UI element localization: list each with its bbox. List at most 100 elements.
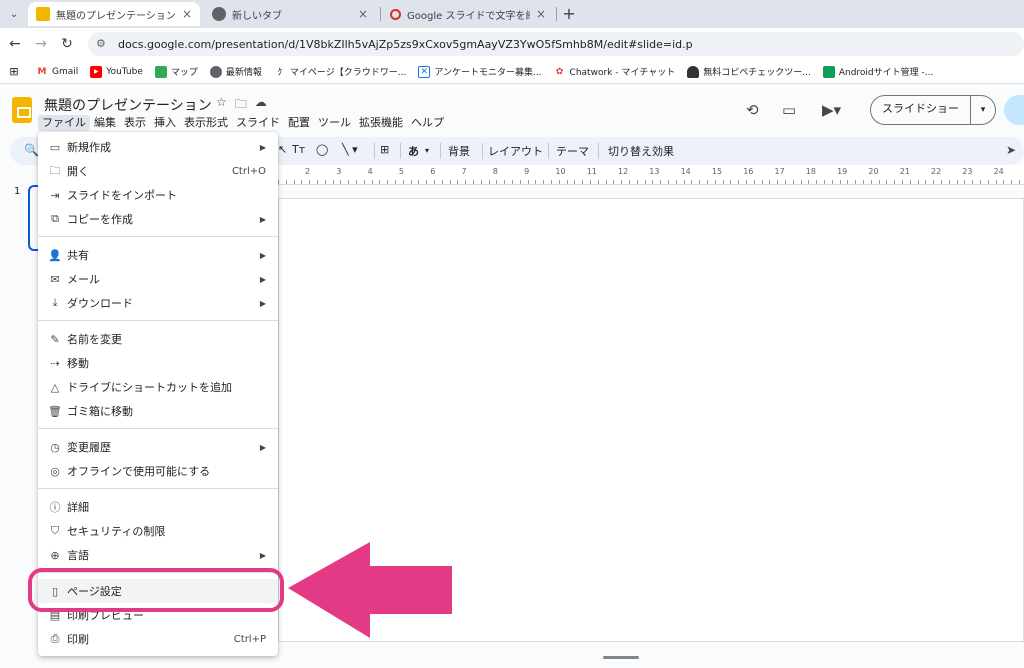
file-menu-item[interactable]: ⓘ 詳細 bbox=[38, 495, 278, 519]
tab-search-chevron-icon[interactable]: ⌄ bbox=[4, 4, 24, 24]
close-tab-icon[interactable]: × bbox=[536, 7, 546, 21]
chevron-down-icon[interactable]: ▾ bbox=[971, 105, 995, 115]
folder-icon: 🗀 bbox=[49, 163, 61, 177]
menu-tools[interactable]: ツール bbox=[314, 115, 355, 131]
menu-arrange[interactable]: 配置 bbox=[284, 115, 314, 131]
shape-icon[interactable]: ◯ bbox=[316, 143, 328, 156]
ruler-number: 19 bbox=[837, 167, 848, 176]
file-menu-item[interactable]: ▭ 新規作成 ▶ bbox=[38, 135, 278, 159]
globe-icon: ⊕ bbox=[50, 548, 60, 562]
add-comment-icon[interactable]: ⊞ bbox=[380, 143, 389, 156]
file-menu-item[interactable]: ⇥ スライドをインポート bbox=[38, 183, 278, 207]
ruler-tick bbox=[434, 180, 435, 184]
file-menu-item[interactable]: ⧉ コピーを作成 ▶ bbox=[38, 207, 278, 231]
pointer-icon[interactable]: ➤ bbox=[1006, 143, 1016, 157]
ruler-tick bbox=[504, 180, 506, 184]
meet-camera-icon[interactable]: ▶▾ bbox=[822, 101, 841, 119]
address-bar[interactable]: ⚙ docs.google.com/presentation/d/1V8bkZI… bbox=[88, 32, 1024, 56]
document-title[interactable]: 無題のプレゼンテーション bbox=[44, 95, 212, 115]
theme-button[interactable]: テーマ bbox=[556, 143, 589, 159]
line-icon[interactable]: ╲ ▾ bbox=[342, 143, 358, 156]
file-menu-item[interactable]: 🗑 ゴミ箱に移動 bbox=[38, 399, 278, 423]
browser-tab-search[interactable]: Google スライドで文字を縦書きに × bbox=[382, 2, 554, 26]
ruler-tick bbox=[340, 180, 342, 184]
ruler-number: 14 bbox=[680, 167, 691, 176]
menu-extensions[interactable]: 拡張機能 bbox=[355, 115, 407, 131]
crowdworks-icon: ｸ bbox=[277, 68, 283, 78]
ruler-number: 7 bbox=[461, 167, 467, 176]
bookmark-youtube[interactable]: ▶ YouTube bbox=[90, 65, 143, 78]
file-menu-item[interactable]: ⛉ セキュリティの制限 bbox=[38, 519, 278, 543]
bookmark-chatwork[interactable]: ✿ Chatwork - マイチャット bbox=[554, 65, 675, 79]
file-menu-item[interactable]: ⎙ 印刷 Ctrl+P bbox=[38, 627, 278, 651]
menu-edit[interactable]: 編集 bbox=[90, 115, 120, 131]
ruler-tick bbox=[387, 180, 389, 184]
menu-view[interactable]: 表示 bbox=[120, 115, 150, 131]
ruler-number: 5 bbox=[398, 167, 404, 176]
share-lock-button[interactable] bbox=[1004, 95, 1024, 125]
ruler-tick bbox=[418, 180, 420, 184]
close-tab-icon[interactable]: × bbox=[358, 7, 368, 21]
slideshow-button[interactable]: スライドショー ▾ bbox=[870, 95, 996, 125]
ruler-tick bbox=[597, 180, 599, 184]
back-arrow-icon[interactable]: ← bbox=[6, 35, 24, 53]
menu-format[interactable]: 表示形式 bbox=[180, 115, 232, 131]
input-tools-chevron-icon[interactable]: ▾ bbox=[425, 146, 429, 155]
bookmark-android[interactable]: Androidサイト管理 -... bbox=[822, 65, 933, 78]
apps-grid-icon[interactable]: ⊞ bbox=[8, 65, 24, 78]
file-menu-item[interactable]: ⤓ ダウンロード ▶ bbox=[38, 291, 278, 315]
ruler-tick bbox=[309, 180, 311, 184]
site-info-tune-icon[interactable]: ⚙ bbox=[96, 37, 110, 51]
new-tab-plus-icon[interactable]: + bbox=[560, 4, 578, 23]
ruler-tick bbox=[465, 180, 467, 184]
browser-tab-newtab[interactable]: 新しいタブ × bbox=[204, 2, 376, 26]
search-menus-icon[interactable]: 🔍 bbox=[24, 143, 39, 157]
menu-insert[interactable]: 挿入 bbox=[150, 115, 180, 131]
file-menu-item[interactable]: ◎ オフラインで使用可能にする bbox=[38, 459, 278, 483]
ruler-tick bbox=[707, 180, 708, 184]
file-menu-item[interactable]: 👤 共有 ▶ bbox=[38, 243, 278, 267]
input-tools-icon[interactable]: あ bbox=[408, 143, 419, 159]
speaker-notes-drag-handle[interactable] bbox=[603, 656, 639, 659]
bookmark-gmail[interactable]: M Gmail bbox=[36, 66, 79, 78]
file-menu-item[interactable]: ✎ 名前を変更 bbox=[38, 327, 278, 351]
survey-icon: ✕ bbox=[418, 65, 431, 78]
browser-tab-presentation[interactable]: 無題のプレゼンテーション - Google × bbox=[28, 2, 200, 26]
close-tab-icon[interactable]: × bbox=[182, 7, 192, 21]
transition-button[interactable]: 切り替え効果 bbox=[608, 143, 674, 159]
background-button[interactable]: 背景 bbox=[448, 143, 470, 159]
reload-icon[interactable]: ↻ bbox=[58, 35, 76, 53]
move-folder-icon[interactable]: 🗀 bbox=[235, 95, 247, 116]
ruler-tick bbox=[652, 180, 654, 184]
bookmark-copycheck[interactable]: 無料コピペチェックツー... bbox=[687, 65, 811, 78]
bookmark-news[interactable]: 最新情報 bbox=[209, 65, 262, 78]
menu-slide[interactable]: スライド bbox=[232, 115, 284, 131]
history-icon[interactable]: ⟲ bbox=[746, 101, 759, 119]
file-menu-item[interactable]: ◷ 変更履歴 ▶ bbox=[38, 435, 278, 459]
ruler-tick bbox=[574, 180, 576, 184]
bookmark-survey[interactable]: ✕ アンケートモニター募集... bbox=[418, 65, 542, 78]
menu-help[interactable]: ヘルプ bbox=[407, 115, 448, 131]
cursor-arrow-icon[interactable]: ↖ bbox=[278, 143, 287, 156]
ruler-tick bbox=[980, 180, 981, 184]
cloud-status-icon[interactable]: ☁ bbox=[255, 95, 267, 116]
bookmark-maps[interactable]: マップ bbox=[154, 65, 198, 78]
text-box-icon[interactable]: Tт bbox=[292, 143, 305, 156]
ruler-tick bbox=[512, 180, 513, 184]
file-menu-item[interactable]: ⊕ 言語 ▶ bbox=[38, 543, 278, 567]
forward-arrow-icon[interactable]: → bbox=[32, 35, 50, 53]
file-menu-item[interactable]: 🗀 開く Ctrl+O bbox=[38, 159, 278, 183]
sheets-icon bbox=[822, 65, 835, 78]
comments-icon[interactable]: ▭ bbox=[782, 101, 796, 119]
star-icon[interactable]: ☆ bbox=[216, 95, 227, 116]
file-menu-item[interactable]: ✉ メール ▶ bbox=[38, 267, 278, 291]
layout-button[interactable]: レイアウト bbox=[488, 143, 543, 159]
ruler-tick bbox=[831, 180, 833, 184]
chrome-favicon-icon bbox=[212, 7, 226, 21]
file-menu-item[interactable]: ⇢ 移動 bbox=[38, 351, 278, 375]
slides-logo-icon[interactable] bbox=[12, 97, 32, 123]
menu-file[interactable]: ファイル bbox=[38, 115, 90, 131]
file-menu-item[interactable]: △ ドライブにショートカットを追加 bbox=[38, 375, 278, 399]
bookmark-mypage[interactable]: ｸ マイページ【クラウドワー... bbox=[274, 65, 407, 78]
file-menu-item-label: 名前を変更 bbox=[67, 333, 122, 346]
